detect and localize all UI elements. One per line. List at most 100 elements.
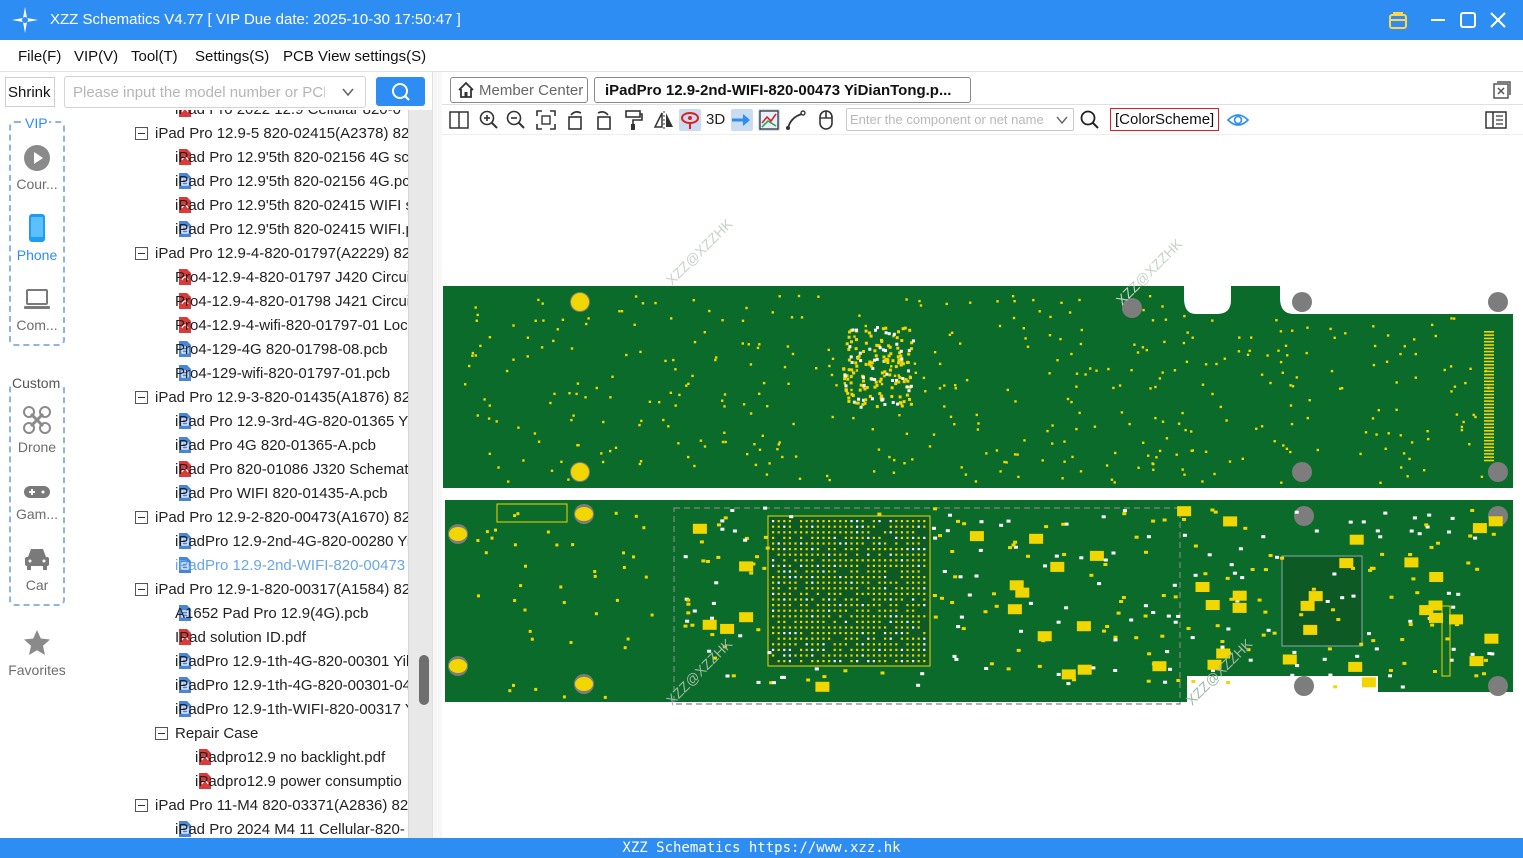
pcb-pad [777, 637, 780, 640]
vip-bag-icon[interactable] [1386, 8, 1410, 32]
nav-phone[interactable]: Phone [0, 213, 74, 263]
collapse-icon[interactable] [135, 127, 148, 140]
pcb-pad [609, 396, 612, 399]
pcb-pad [783, 531, 786, 534]
pcb-pad [1103, 563, 1108, 566]
collapse-icon[interactable] [135, 511, 148, 524]
collapse-icon[interactable] [135, 247, 148, 260]
pcb-pad [783, 365, 787, 369]
mouse-icon[interactable] [815, 109, 837, 131]
pcb-pad [794, 620, 797, 623]
mirror-icon[interactable] [653, 109, 675, 131]
tree-item-label: Pro4-12.9-4-wifi-820-01797-01 Loc [175, 317, 408, 334]
pcb-pad [505, 369, 509, 373]
pcb-pad [889, 531, 892, 534]
tree-scrollbar[interactable] [408, 110, 432, 838]
pcb-pad [800, 598, 803, 601]
search-button[interactable] [376, 77, 425, 106]
rotate-right-icon[interactable] [592, 109, 614, 131]
pcb-pad [906, 520, 909, 523]
close-icon[interactable] [1486, 8, 1510, 32]
pcb-pad [602, 420, 605, 424]
nav-computer[interactable]: Com... [0, 287, 74, 333]
pcb-pad [1210, 508, 1215, 512]
panel-splitter[interactable] [432, 72, 442, 838]
chevron-down-icon[interactable] [1056, 114, 1068, 126]
tree-item-label: Pro4-12.9-4-820-01797 J420 Circui [175, 269, 408, 286]
close-all-tabs-icon[interactable] [1492, 80, 1512, 100]
zoom-in-icon[interactable] [478, 109, 500, 131]
pcb-pad [1460, 428, 1464, 432]
tab-member-center[interactable]: Member Center [450, 77, 588, 103]
nav-game[interactable]: Gam... [0, 482, 74, 522]
pcb-pad [1038, 310, 1041, 313]
pcb-pad [805, 525, 808, 528]
menu-file[interactable]: File(F) [18, 48, 61, 65]
net-highlight-icon[interactable] [758, 109, 780, 131]
nav-courses[interactable]: Cour... [0, 144, 74, 192]
search-icon[interactable] [1079, 109, 1101, 131]
tab-active-pcb[interactable]: iPadPro 12.9-2nd-WIFI-820-00473 YiDianTo… [594, 77, 971, 103]
shrink-button[interactable]: Shrink [5, 77, 55, 107]
nav-car[interactable]: Car [0, 545, 74, 593]
zoom-out-icon[interactable] [505, 109, 527, 131]
pcb-pad [1250, 568, 1255, 571]
tree-item-label: iPad Pro 12.9'5th 820-02415 WIFI s [175, 197, 408, 214]
pcb-board-drawing[interactable]: XZZ@XZZHK XZZ@XZZHK XZZ@XZZHK XZZ@XZZHK [442, 136, 1523, 838]
model-search-input[interactable] [65, 77, 325, 107]
pcb-pad [917, 620, 920, 623]
color-scheme-button[interactable]: [ColorScheme] [1110, 108, 1220, 131]
paint-roller-icon[interactable] [623, 109, 645, 131]
eye-icon[interactable] [1227, 109, 1249, 131]
nav-drone[interactable]: Drone [0, 405, 74, 455]
tree-item-label: iPadPro 12.9-2nd-WIFI-820-00473 [175, 557, 406, 574]
tree-scrollbar-thumb[interactable] [419, 655, 429, 705]
pcb-pad [683, 624, 688, 628]
pcb-pad [1063, 440, 1066, 443]
3d-view-button[interactable]: 3D [706, 111, 725, 128]
pin-arrow-icon[interactable] [731, 109, 753, 131]
pcb-pad [886, 358, 890, 362]
trace-icon[interactable] [785, 109, 807, 131]
menu-settings[interactable]: Settings(S) [195, 48, 269, 65]
pcb-pad [567, 478, 570, 481]
maximize-icon[interactable] [1456, 8, 1480, 32]
pcb-pad [749, 363, 753, 366]
pcb-pad [542, 319, 545, 322]
pcb-pad [1079, 556, 1084, 560]
menu-pcb-view-settings[interactable]: PCB View settings(S) [283, 48, 426, 65]
pcb-pad [1193, 573, 1198, 577]
chevron-down-icon[interactable] [341, 85, 355, 99]
pcb-viewer[interactable]: XZZ@XZZHK XZZ@XZZHK XZZ@XZZHK XZZ@XZZHK [442, 136, 1523, 838]
pcb-pad [777, 542, 780, 545]
net-search-input[interactable] [847, 109, 1047, 130]
collapse-icon[interactable] [135, 391, 148, 404]
side-panel-icon[interactable] [1485, 109, 1507, 131]
probe-red-icon[interactable] [679, 109, 701, 131]
pcb-pad [833, 620, 836, 623]
pcb-pad [822, 536, 825, 539]
pcb-pad [1348, 520, 1353, 524]
pcb-pad [800, 548, 803, 551]
pcb-pad [833, 604, 836, 607]
rotate-left-icon[interactable] [565, 109, 587, 131]
pcb-pad [710, 633, 715, 637]
menu-tool[interactable]: Tool(T) [131, 48, 178, 65]
minimize-icon[interactable] [1426, 8, 1450, 32]
pcb-pad [828, 632, 831, 635]
pcb-pad [1134, 535, 1139, 539]
pcb-pad [828, 542, 831, 545]
pcb-pad [856, 564, 859, 567]
pcb-pad [487, 417, 491, 420]
fit-view-icon[interactable] [535, 109, 557, 131]
collapse-icon[interactable] [155, 727, 168, 740]
pcb-pad [1294, 676, 1314, 696]
menu-vip[interactable]: VIP(V) [74, 48, 118, 65]
pcb-pad [669, 391, 672, 394]
collapse-icon[interactable] [135, 799, 148, 812]
pcb-pad [811, 609, 814, 612]
nav-favorites[interactable]: Favorites [0, 628, 74, 678]
split-view-icon[interactable] [448, 109, 470, 131]
pcb-pad [828, 531, 831, 534]
collapse-icon[interactable] [135, 583, 148, 596]
